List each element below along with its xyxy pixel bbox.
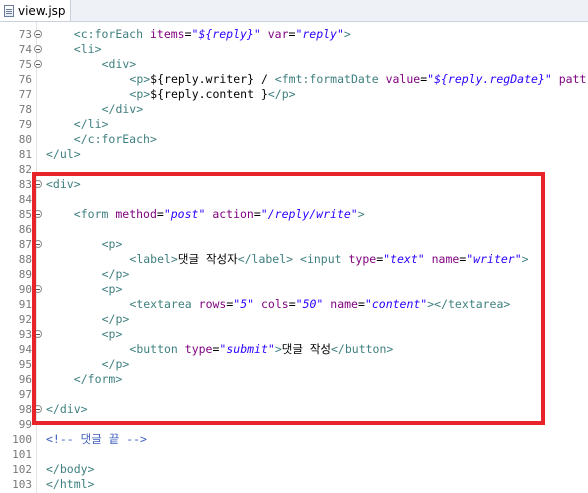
- line-number: 82: [18, 163, 32, 176]
- code-text: </div>: [102, 102, 144, 117]
- line-number: 93: [18, 328, 32, 341]
- line-number: 78: [18, 103, 32, 116]
- code-line[interactable]: 103 </html>: [0, 477, 588, 492]
- line-number: 97: [18, 388, 32, 401]
- code-token: >: [343, 27, 351, 41]
- code-text: <div>: [102, 57, 137, 72]
- line-number: 79: [18, 118, 32, 131]
- line-number: 89: [18, 268, 32, 281]
- code-token: </li>: [73, 117, 109, 131]
- line-number: 100: [12, 433, 32, 446]
- code-token: <p>: [129, 87, 151, 101]
- code-text: <p>${reply.content }</p>: [129, 87, 295, 102]
- line-number: 91: [18, 298, 32, 311]
- line-number: 101: [12, 448, 32, 461]
- code-token: var: [267, 27, 289, 41]
- line-number: 92: [18, 313, 32, 326]
- line-number: 81: [18, 148, 32, 161]
- code-token: <p>: [129, 72, 151, 86]
- line-number: 73: [18, 28, 32, 41]
- line-number: 77: [18, 88, 32, 101]
- line-number: 74: [18, 43, 32, 56]
- code-token: <li>: [73, 42, 102, 56]
- code-token: value: [385, 72, 421, 86]
- code-line[interactable]: 76 <p>${reply.writer} / <fmt:formatDate v…: [0, 72, 588, 87]
- code-line[interactable]: 80 </c:forEach>: [0, 132, 588, 147]
- line-number: 98: [18, 403, 32, 416]
- code-line[interactable]: 73 <c:forEach items="${reply}" var="reply…: [0, 27, 588, 42]
- code-token: =: [184, 27, 192, 41]
- code-token: <!-- 댓글 끝 -->: [46, 432, 147, 446]
- code-text: <li>: [74, 42, 102, 57]
- code-line[interactable]: 74 <li>: [0, 42, 588, 57]
- code-text: </html>: [46, 477, 94, 492]
- line-number: 84: [18, 193, 32, 206]
- code-token: </html>: [46, 477, 95, 491]
- code-text: </li>: [74, 117, 109, 132]
- line-number: 94: [18, 343, 32, 356]
- fold-toggle-icon[interactable]: [34, 45, 42, 53]
- highlight-box: [32, 172, 545, 425]
- tab-view-jsp[interactable]: view.jsp: [0, 0, 71, 21]
- code-token: "${reply.regDate}": [427, 72, 552, 86]
- code-token: "reply": [295, 27, 344, 41]
- line-number: 85: [18, 208, 32, 221]
- line-number: 80: [18, 133, 32, 146]
- code-text: <!-- 댓글 끝 -->: [46, 432, 147, 447]
- code-line[interactable]: 81 </ul>: [0, 147, 588, 162]
- line-number: 95: [18, 358, 32, 371]
- line-number: 102: [12, 463, 32, 476]
- tab-label: view.jsp: [18, 3, 66, 18]
- fold-toggle-icon[interactable]: [34, 60, 42, 68]
- code-token: <c:forEach: [73, 27, 150, 41]
- code-token: <fmt:formatDate: [274, 72, 386, 86]
- line-number: 99: [18, 418, 32, 431]
- code-token: <div>: [101, 57, 137, 71]
- line-number: 76: [18, 73, 32, 86]
- code-line[interactable]: 78 </div>: [0, 102, 588, 117]
- line-number: 87: [18, 238, 32, 251]
- fold-toggle-icon[interactable]: [34, 30, 42, 38]
- code-token: </ul>: [46, 147, 81, 161]
- editor-window: view.jsp 73 <c:forEach items="${reply}" v…: [0, 0, 588, 493]
- line-number: 86: [18, 223, 32, 236]
- code-line[interactable]: 100 <!-- 댓글 끝 -->: [0, 432, 588, 447]
- code-token: items: [149, 27, 185, 41]
- code-line[interactable]: 75 <div>: [0, 57, 588, 72]
- code-token: patt: [558, 72, 587, 86]
- code-token: </body>: [46, 462, 95, 476]
- code-text: </c:forEach>: [74, 132, 157, 147]
- code-text: <p>${reply.writer} / <fmt:formatDate val…: [129, 72, 586, 87]
- code-token: </div>: [101, 102, 144, 116]
- code-token: "${reply}": [191, 27, 261, 41]
- code-line[interactable]: 77 <p>${reply.content }</p>: [0, 87, 588, 102]
- code-line[interactable]: 102 </body>: [0, 462, 588, 477]
- line-number: 90: [18, 283, 32, 296]
- tab-bar: view.jsp: [0, 0, 588, 22]
- code-line[interactable]: 101: [0, 447, 588, 462]
- code-text: </body>: [46, 462, 94, 477]
- line-number: 96: [18, 373, 32, 386]
- code-text: </ul>: [46, 147, 81, 162]
- code-text: <c:forEach items="${reply}" var="reply">: [74, 27, 351, 42]
- code-token: ${reply.writer} /: [150, 72, 275, 86]
- line-number: 83: [18, 178, 32, 191]
- code-token: ${reply.content }: [150, 87, 268, 101]
- code-token: </p>: [267, 87, 296, 101]
- code-line[interactable]: 79 </li>: [0, 117, 588, 132]
- line-number: 88: [18, 253, 32, 266]
- code-token: </c:forEach>: [73, 132, 157, 146]
- line-number: 75: [18, 58, 32, 71]
- line-number: 103: [12, 478, 32, 491]
- jsp-file-icon: [4, 4, 14, 17]
